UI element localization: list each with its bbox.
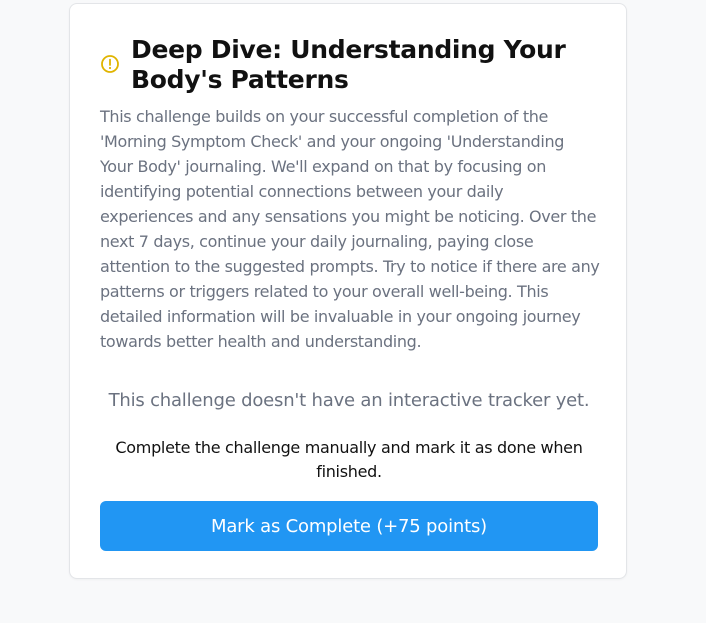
alert-circle-icon: [100, 54, 120, 74]
challenge-description: This challenge builds on your successful…: [100, 107, 600, 351]
no-tracker-message: This challenge doesn't have an interacti…: [108, 390, 590, 411]
mark-complete-button[interactable]: Mark as Complete (+75 points): [100, 501, 598, 551]
challenge-title: Deep Dive: Understanding Your Body's Pat…: [131, 35, 566, 94]
challenge-card: Deep Dive: Understanding Your Body's Pat…: [69, 3, 627, 579]
challenge-header: Deep Dive: Understanding Your Body's Pat…: [100, 35, 580, 95]
manual-instruction: Complete the challenge manually and mark…: [115, 438, 583, 481]
